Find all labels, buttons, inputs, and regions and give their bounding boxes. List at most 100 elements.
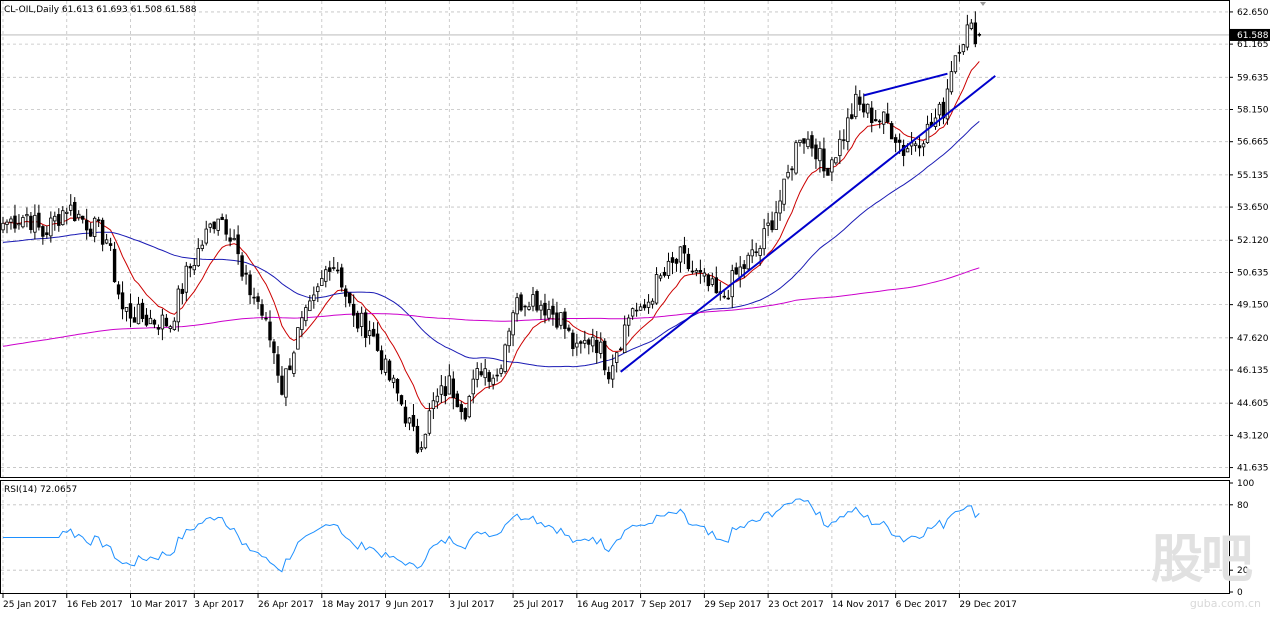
candle — [65, 207, 69, 225]
candle-body — [846, 117, 850, 142]
candle — [180, 283, 185, 305]
candle — [77, 210, 81, 221]
candle-body — [666, 260, 671, 276]
candle-body — [682, 245, 687, 254]
candle-body — [355, 312, 360, 329]
candle — [889, 121, 894, 140]
candle-body — [690, 270, 695, 273]
candle — [240, 252, 244, 281]
candle — [132, 306, 137, 323]
candle-body — [427, 410, 432, 434]
candle — [355, 310, 360, 333]
candle — [694, 268, 699, 277]
candle — [682, 236, 687, 265]
price-tick-label: 47.620 — [1237, 334, 1269, 344]
candle-body — [383, 358, 388, 373]
candle — [575, 333, 579, 356]
candle — [455, 390, 459, 408]
candle-body — [555, 312, 559, 328]
candlesticks — [1, 11, 982, 455]
candle-body — [336, 269, 340, 272]
candle-body — [614, 352, 619, 363]
candle-body — [240, 255, 244, 277]
candle — [100, 217, 105, 252]
candle — [599, 332, 603, 359]
candle-body — [1, 222, 5, 231]
candle-body — [874, 119, 878, 122]
candle — [81, 215, 85, 224]
candle — [272, 338, 276, 365]
candle — [415, 418, 420, 455]
candle — [144, 308, 149, 327]
candle — [614, 352, 619, 373]
candle-body — [120, 292, 125, 310]
candle — [172, 317, 177, 331]
candle — [666, 252, 671, 279]
candle — [351, 294, 356, 327]
price-tick-label: 59.635 — [1237, 73, 1269, 83]
candle-body — [591, 336, 595, 347]
candle — [949, 60, 954, 95]
price-tick-label: 49.150 — [1237, 301, 1269, 311]
candle-body — [423, 433, 428, 449]
candle-body — [710, 278, 715, 285]
time-tick-label: 25 Jan 2017 — [3, 600, 57, 610]
candle — [790, 166, 794, 181]
candle — [535, 289, 539, 313]
candle-body — [862, 103, 866, 113]
candle — [292, 350, 296, 377]
time-tick-label: 16 Feb 2017 — [67, 600, 123, 610]
candle-body — [897, 139, 902, 143]
candle — [523, 305, 527, 317]
candle-body — [463, 408, 467, 420]
candle-body — [778, 200, 782, 214]
watermark-logo: 股吧 — [1150, 530, 1253, 590]
rsi-title: RSI(14) 72.0657 — [4, 485, 77, 495]
shift-marker-icon[interactable] — [980, 2, 986, 6]
candle-body — [770, 220, 774, 231]
candle-body — [81, 215, 85, 220]
candle-body — [84, 220, 89, 231]
ma-line-2 — [2, 267, 980, 347]
candle — [200, 240, 204, 252]
candle — [714, 266, 719, 294]
candle — [371, 322, 376, 337]
candle — [866, 103, 870, 119]
candle-body — [630, 308, 635, 317]
candle — [941, 97, 946, 125]
candle-body — [977, 34, 982, 36]
candle-body — [881, 111, 886, 125]
candle-body — [347, 292, 352, 304]
candle-body — [280, 375, 284, 395]
candle — [427, 403, 432, 436]
candle-body — [212, 221, 216, 230]
candle-body — [371, 328, 376, 337]
candle-body — [256, 296, 260, 302]
candle-body — [953, 55, 958, 73]
candle-body — [714, 277, 719, 294]
candle — [567, 324, 571, 333]
chart-canvas[interactable]: 62.650 61.165 59.635 58.150 56.665 55.135 53.6… — [0, 0, 1271, 614]
candle-body — [762, 228, 766, 250]
candle-body — [136, 303, 141, 325]
candle-body — [547, 309, 551, 319]
price-tick-label: 62.650 — [1237, 8, 1269, 18]
time-tick-label: 9 Jun 2017 — [386, 600, 434, 610]
candle — [642, 298, 647, 311]
candle-body — [638, 306, 643, 311]
candle — [375, 322, 380, 352]
candle-body — [742, 264, 746, 269]
price-tick-label: 55.135 — [1237, 171, 1269, 181]
candle — [379, 345, 384, 375]
candle — [391, 374, 396, 389]
candle-body — [650, 300, 655, 305]
time-tick-label: 3 Jul 2017 — [449, 600, 494, 610]
candle-body — [156, 327, 161, 330]
candle — [33, 204, 37, 240]
candle-body — [826, 167, 830, 176]
candle — [304, 304, 308, 327]
candle — [770, 211, 774, 233]
candle-body — [180, 288, 185, 294]
candle — [571, 329, 575, 357]
candle-body — [220, 216, 224, 221]
